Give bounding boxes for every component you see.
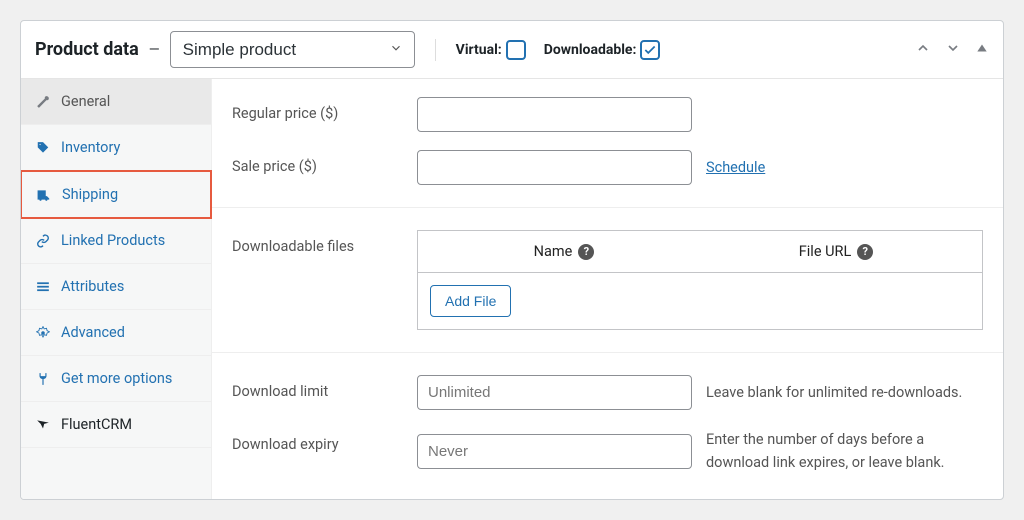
wrench-icon	[35, 94, 51, 110]
sale-price-row: Sale price ($) Schedule	[212, 132, 1003, 208]
sidebar-item-label: General	[61, 93, 110, 110]
tag-icon	[35, 140, 51, 156]
sale-price-input[interactable]	[417, 150, 692, 185]
download-expiry-label: Download expiry	[232, 428, 407, 453]
regular-price-row: Regular price ($)	[212, 79, 1003, 132]
panel-body: General Inventory Shipping Linked Produc…	[21, 79, 1003, 499]
virtual-label: Virtual:	[456, 40, 526, 60]
add-file-button[interactable]: Add File	[430, 285, 511, 317]
panel-header: Product data — Simple product Virtual: D…	[21, 21, 1003, 79]
download-limit-input[interactable]	[417, 375, 692, 410]
product-data-panel: Product data — Simple product Virtual: D…	[20, 20, 1004, 500]
dl-col-url: File URL ?	[700, 243, 972, 260]
help-icon[interactable]: ?	[578, 244, 594, 260]
sidebar-item-shipping[interactable]: Shipping	[20, 170, 212, 219]
sidebar-item-linked-products[interactable]: Linked Products	[21, 218, 211, 264]
downloadable-files-row: Downloadable files Name ? File URL ?	[212, 212, 1003, 353]
checkbox-group: Virtual: Downloadable:	[456, 40, 661, 60]
sale-price-label: Sale price ($)	[232, 150, 407, 175]
panel-title: Product data	[35, 39, 139, 60]
regular-price-label: Regular price ($)	[232, 97, 407, 122]
download-limit-hint: Leave blank for unlimited re-downloads.	[706, 381, 962, 404]
sidebar-item-fluentcrm[interactable]: FluentCRM	[21, 402, 211, 448]
dl-col-name: Name ?	[428, 243, 700, 260]
sidebar-item-label: Linked Products	[61, 232, 165, 249]
sidebar-item-label: Get more options	[61, 370, 172, 387]
product-type-select-wrap: Simple product	[170, 31, 415, 68]
downloadable-checkbox[interactable]	[640, 40, 660, 60]
collapse-icon[interactable]	[975, 41, 989, 59]
dash-separator: —	[149, 42, 160, 58]
plug-icon	[35, 371, 51, 387]
sidebar: General Inventory Shipping Linked Produc…	[21, 79, 212, 499]
dl-table-footer: Add File	[418, 273, 982, 329]
move-down-icon[interactable]	[945, 40, 961, 60]
sidebar-item-label: Inventory	[61, 139, 120, 156]
downloadable-files-label: Downloadable files	[232, 230, 407, 255]
download-expiry-hint: Enter the number of days before a downlo…	[706, 428, 976, 474]
help-icon[interactable]: ?	[857, 244, 873, 260]
download-limit-row: Download limit Leave blank for unlimited…	[212, 357, 1003, 410]
sidebar-item-general[interactable]: General	[21, 79, 211, 125]
download-limit-label: Download limit	[232, 375, 407, 400]
regular-price-input[interactable]	[417, 97, 692, 132]
list-icon	[35, 279, 51, 295]
vertical-separator	[435, 39, 436, 61]
gear-icon	[35, 325, 51, 341]
dl-table-header: Name ? File URL ?	[418, 231, 982, 273]
header-tools	[915, 40, 989, 60]
fluent-icon	[35, 417, 51, 433]
sidebar-item-label: Attributes	[61, 278, 124, 295]
sidebar-item-get-more-options[interactable]: Get more options	[21, 356, 211, 402]
sidebar-item-attributes[interactable]: Attributes	[21, 264, 211, 310]
downloadable-label: Downloadable:	[544, 40, 661, 60]
move-up-icon[interactable]	[915, 40, 931, 60]
product-type-select[interactable]: Simple product	[170, 31, 415, 68]
download-expiry-row: Download expiry Enter the number of days…	[212, 410, 1003, 474]
download-expiry-input[interactable]	[417, 434, 692, 469]
downloadable-files-table: Name ? File URL ? Add File	[417, 230, 983, 330]
sidebar-item-advanced[interactable]: Advanced	[21, 310, 211, 356]
truck-icon	[36, 187, 52, 203]
virtual-checkbox[interactable]	[506, 40, 526, 60]
sidebar-item-label: Advanced	[61, 324, 125, 341]
sidebar-item-inventory[interactable]: Inventory	[21, 125, 211, 171]
link-icon	[35, 233, 51, 249]
schedule-link[interactable]: Schedule	[706, 159, 765, 176]
sidebar-item-label: FluentCRM	[61, 416, 132, 433]
sidebar-item-label: Shipping	[62, 186, 118, 203]
content-area: Regular price ($) Sale price ($) Schedul…	[212, 79, 1003, 499]
